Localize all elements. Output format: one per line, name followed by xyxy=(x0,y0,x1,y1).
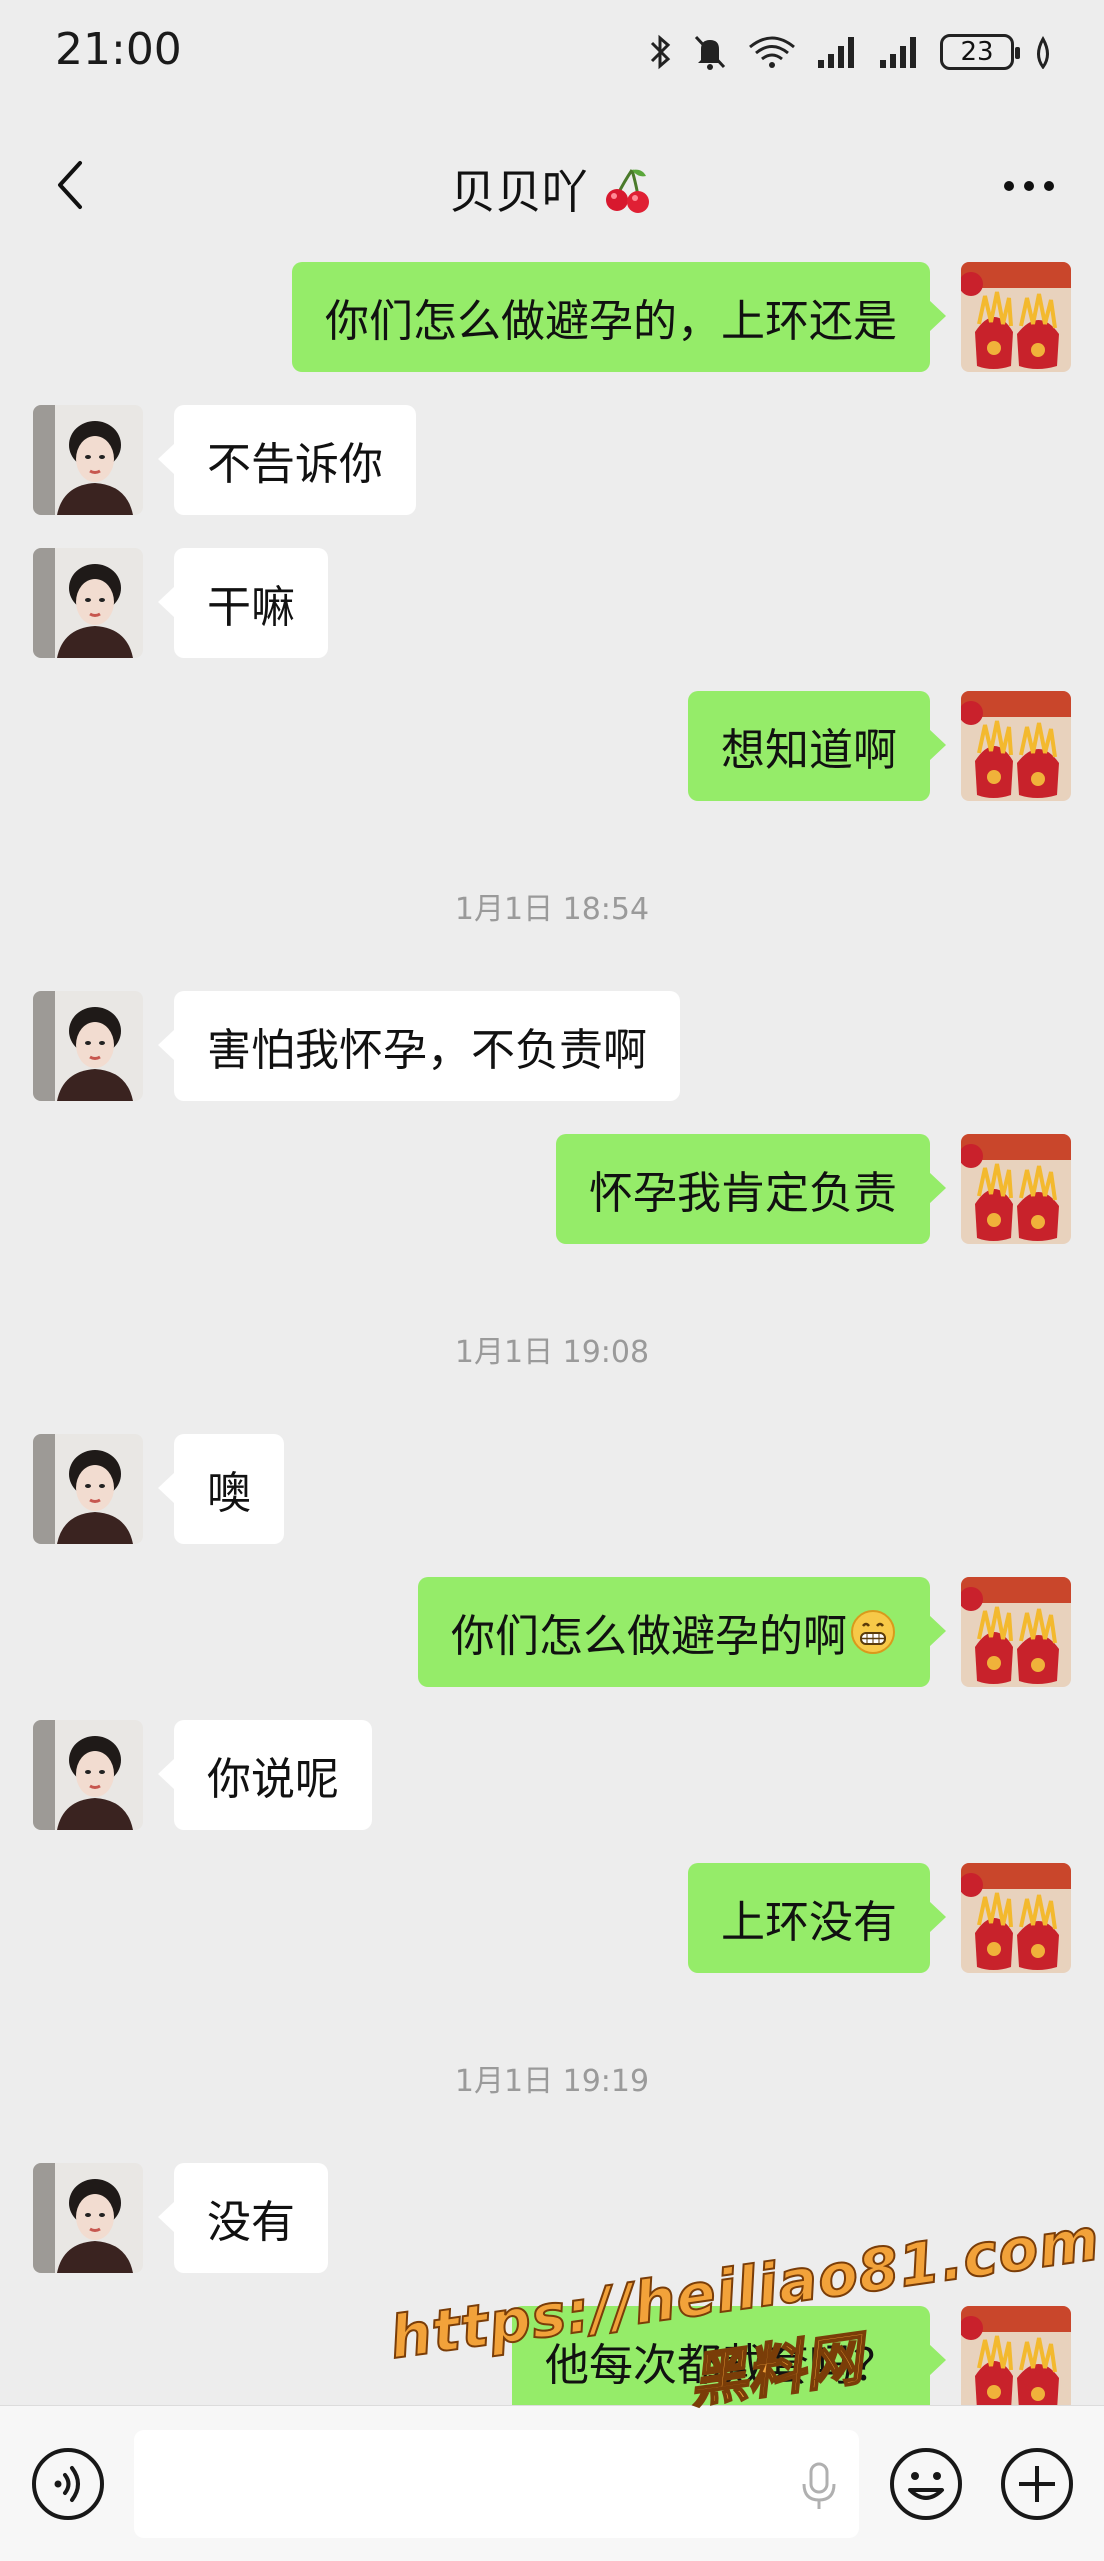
avatar-contact[interactable] xyxy=(33,548,143,658)
message-text: 不告诉你 xyxy=(207,439,383,490)
timestamp: 1月1日 18:54 xyxy=(454,892,650,927)
avatar-self[interactable] xyxy=(961,1577,1071,1687)
message-bubble-received[interactable]: 噢 xyxy=(158,1434,284,1544)
voice-mode-button[interactable] xyxy=(30,2446,106,2522)
input-bar xyxy=(0,2405,1104,2561)
message-bubble-received[interactable]: 不告诉你 xyxy=(158,405,416,515)
message-text: 上环没有 xyxy=(721,1897,897,1948)
avatar-self-image xyxy=(961,1577,1071,1687)
message-list[interactable]: 你们怎么做避孕的，上环还是 不告诉你 干嘛 想知道啊 1月1日 18:54 害怕… xyxy=(0,0,1104,2405)
avatar-self[interactable] xyxy=(961,1863,1071,1973)
avatar-contact-image xyxy=(33,405,143,515)
avatar-self-image xyxy=(961,1134,1071,1244)
message-text: 想知道啊 xyxy=(721,725,897,776)
avatar-self[interactable] xyxy=(961,691,1071,801)
message-bubble-sent[interactable]: 你们怎么做避孕的，上环还是 xyxy=(292,262,946,372)
voice-mode-icon xyxy=(32,2448,104,2520)
message-text: 你们怎么做避孕的啊 xyxy=(451,1611,847,1662)
message-text: 你说呢 xyxy=(207,1754,339,1805)
message-bubble-received[interactable]: 没有 xyxy=(158,2163,328,2273)
avatar-contact-image xyxy=(33,2163,143,2273)
plus-icon xyxy=(1001,2448,1073,2520)
avatar-contact-image xyxy=(33,1720,143,1830)
message-bubble-received[interactable]: 你说呢 xyxy=(158,1720,372,1830)
message-bubble-received[interactable]: 害怕我怀孕，不负责啊 xyxy=(158,991,680,1101)
message-bubble-sent[interactable]: 想知道啊 xyxy=(688,691,946,801)
grinning-face-icon xyxy=(851,1610,895,1654)
message-bubble-received[interactable]: 干嘛 xyxy=(158,548,328,658)
plus-button[interactable] xyxy=(999,2446,1075,2522)
avatar-self-image xyxy=(961,262,1071,372)
avatar-contact[interactable] xyxy=(33,2163,143,2273)
message-text: 没有 xyxy=(207,2197,295,2248)
timestamp: 1月1日 19:19 xyxy=(454,2064,650,2099)
avatar-contact-image xyxy=(33,991,143,1101)
message-bubble-sent[interactable]: 怀孕我肯定负责 xyxy=(556,1134,946,1244)
message-text: 噢 xyxy=(207,1468,251,1519)
avatar-contact[interactable] xyxy=(33,1434,143,1544)
avatar-self-image xyxy=(961,1863,1071,1973)
message-bubble-sent[interactable]: 你们怎么做避孕的啊 xyxy=(418,1577,946,1687)
microphone-icon[interactable] xyxy=(799,2460,839,2512)
emoji-icon xyxy=(890,2448,962,2520)
avatar-contact[interactable] xyxy=(33,991,143,1101)
avatar-contact[interactable] xyxy=(33,405,143,515)
avatar-self[interactable] xyxy=(961,262,1071,372)
avatar-contact[interactable] xyxy=(33,1720,143,1830)
avatar-contact-image xyxy=(33,548,143,658)
message-text: 怀孕我肯定负责 xyxy=(589,1168,897,1219)
message-text: 你们怎么做避孕的，上环还是 xyxy=(325,296,897,347)
avatar-self-image xyxy=(961,691,1071,801)
emoji-button[interactable] xyxy=(888,2446,964,2522)
message-input[interactable] xyxy=(134,2430,859,2538)
timestamp: 1月1日 19:08 xyxy=(454,1335,650,1370)
message-text: 害怕我怀孕，不负责啊 xyxy=(207,1025,647,1076)
avatar-contact-image xyxy=(33,1434,143,1544)
avatar-self[interactable] xyxy=(961,1134,1071,1244)
message-bubble-sent[interactable]: 上环没有 xyxy=(688,1863,946,1973)
message-text: 干嘛 xyxy=(207,582,295,633)
